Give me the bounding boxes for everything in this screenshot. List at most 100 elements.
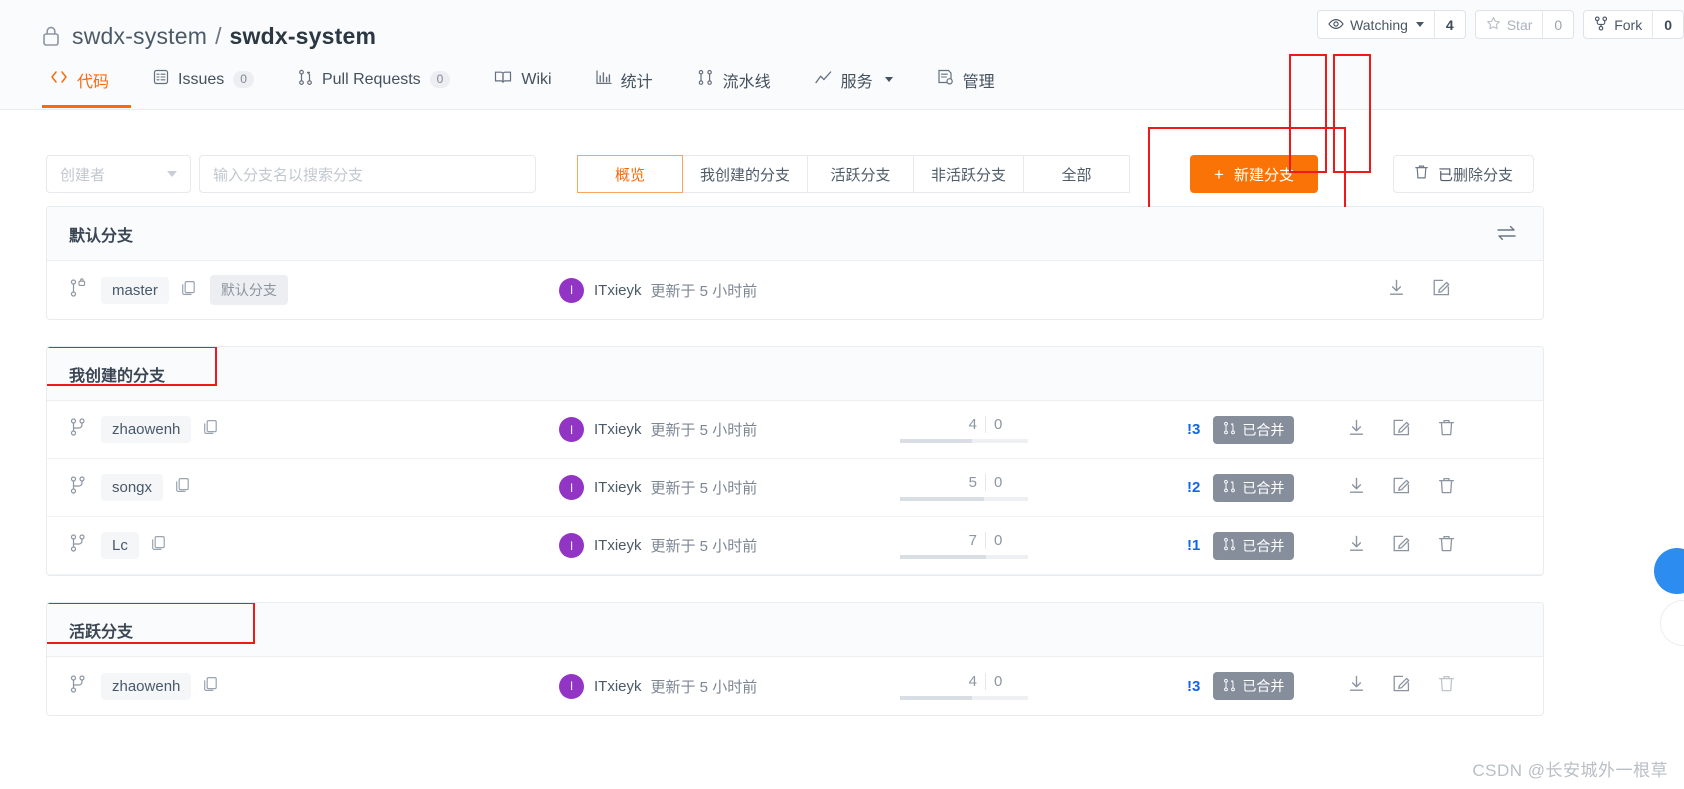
new-branch-button[interactable]: + 新建分支 bbox=[1190, 155, 1318, 193]
repo-name-link[interactable]: swdx-system bbox=[230, 23, 377, 50]
avatar: I bbox=[559, 417, 584, 442]
ahead-count: 0 bbox=[994, 474, 1003, 491]
update-time: 更新于 5 小时前 bbox=[650, 480, 758, 497]
nav-item-manage[interactable]: 管理 bbox=[915, 54, 1017, 108]
nav-item-statistics[interactable]: 统计 bbox=[574, 54, 675, 108]
nav-item-pull-requests[interactable]: Pull Requests 0 bbox=[276, 54, 472, 108]
repo-header: swdx-system / swdx-system Watching 4 Sta… bbox=[0, 0, 1684, 110]
creator-select[interactable]: 创建者 bbox=[46, 155, 191, 193]
delete-icon[interactable] bbox=[1437, 418, 1456, 442]
pr-count[interactable]: !3 bbox=[1187, 678, 1200, 695]
branches-toolbar: 创建者 输入分支名以搜索分支 概览 我创建的分支 活跃分支 非活跃分支 全部 +… bbox=[0, 110, 1684, 221]
author-name[interactable]: ITxieyk bbox=[594, 421, 642, 438]
nav-item-pipeline[interactable]: 流水线 bbox=[675, 54, 793, 108]
service-icon bbox=[814, 70, 832, 90]
download-icon[interactable] bbox=[1347, 534, 1366, 558]
filter-tab-active[interactable]: 活跃分支 bbox=[808, 155, 915, 193]
copy-icon[interactable] bbox=[181, 280, 196, 301]
branch-name[interactable]: master bbox=[101, 276, 169, 304]
copy-icon[interactable] bbox=[175, 477, 190, 498]
author-cell: I ITxieyk 更新于 5 小时前 bbox=[559, 417, 757, 442]
download-icon[interactable] bbox=[1387, 278, 1406, 302]
author-cell: I ITxieyk 更新于 5 小时前 bbox=[559, 277, 758, 303]
branch-search-box[interactable]: 输入分支名以搜索分支 bbox=[199, 155, 536, 193]
book-icon bbox=[494, 70, 512, 90]
branch-icon bbox=[69, 417, 87, 442]
nav-item-service[interactable]: 服务 bbox=[793, 54, 915, 108]
fork-label: Fork bbox=[1614, 16, 1643, 33]
fork-button-group[interactable]: Fork 0 bbox=[1583, 10, 1684, 39]
pr-count[interactable]: !3 bbox=[1187, 421, 1200, 438]
author-name[interactable]: ITxieyk bbox=[594, 537, 642, 554]
nav-item-issues[interactable]: Issues 0 bbox=[131, 54, 276, 108]
edit-icon[interactable] bbox=[1432, 278, 1451, 302]
pr-count[interactable]: !1 bbox=[1187, 537, 1200, 554]
nav-item-wiki[interactable]: Wiki bbox=[472, 54, 573, 108]
branch-name[interactable]: Lc bbox=[101, 532, 139, 559]
filter-tab-my-branches[interactable]: 我创建的分支 bbox=[683, 155, 809, 193]
status-badge: 已合并 bbox=[1213, 672, 1295, 700]
star-button-group[interactable]: Star 0 bbox=[1474, 10, 1575, 39]
fork-button[interactable]: Fork bbox=[1584, 11, 1652, 38]
star-label: Star bbox=[1506, 16, 1533, 33]
repo-owner-link[interactable]: swdx-system bbox=[72, 23, 207, 50]
deleted-branches-label: 已删除分支 bbox=[1437, 166, 1513, 184]
filter-tab-inactive[interactable]: 非活跃分支 bbox=[914, 155, 1025, 193]
avatar: I bbox=[559, 673, 584, 699]
watch-button-group[interactable]: Watching 4 bbox=[1317, 10, 1466, 39]
repo-nav: 代码 Issues 0 Pull Requests 0 Wiki 统计 流水线 … bbox=[0, 54, 1684, 108]
copy-icon[interactable] bbox=[203, 419, 218, 440]
pr-status-cell: !3 已合并 bbox=[1187, 672, 1295, 700]
pr-count[interactable]: !2 bbox=[1187, 479, 1200, 496]
branches-page: 创建者 输入分支名以搜索分支 概览 我创建的分支 活跃分支 非活跃分支 全部 +… bbox=[0, 54, 1684, 716]
issue-icon bbox=[153, 69, 169, 90]
deleted-branches-button[interactable]: 已删除分支 bbox=[1392, 155, 1534, 193]
branch-name[interactable]: zhaowenh bbox=[101, 672, 192, 700]
download-icon[interactable] bbox=[1347, 476, 1366, 500]
trash-icon bbox=[1414, 164, 1429, 184]
branch-name[interactable]: zhaowenh bbox=[101, 416, 192, 443]
status-badge: 已合并 bbox=[1213, 531, 1295, 560]
nav-item-code[interactable]: 代码 bbox=[42, 54, 132, 108]
behind-count: 5 bbox=[900, 474, 986, 491]
edit-icon[interactable] bbox=[1392, 674, 1411, 698]
swap-icon[interactable] bbox=[1496, 224, 1517, 247]
filter-tab-overview[interactable]: 概览 bbox=[577, 155, 683, 193]
ahead-behind-cell: 4 0 bbox=[900, 416, 1040, 443]
table-row[interactable]: zhaowenh I ITxieyk 更新于 5 小时前 4 0 !3 已合并 bbox=[47, 657, 1543, 715]
section-my-branches: 我创建的分支 zhaowenh I ITxieyk 更新于 5 小时前 4 0 … bbox=[46, 54, 1544, 576]
filter-tab-all[interactable]: 全部 bbox=[1024, 155, 1131, 193]
branch-name[interactable]: songx bbox=[101, 474, 164, 501]
delete-icon[interactable] bbox=[1437, 476, 1456, 500]
edit-icon[interactable] bbox=[1392, 476, 1411, 500]
edit-icon[interactable] bbox=[1392, 418, 1411, 442]
star-button[interactable]: Star bbox=[1476, 11, 1543, 38]
pr-status-cell: !1 已合并 bbox=[1187, 531, 1295, 560]
author-name[interactable]: ITxieyk bbox=[594, 678, 642, 695]
star-icon bbox=[1486, 16, 1501, 34]
watch-label: Watching bbox=[1350, 16, 1408, 33]
nav-label-pull-requests: Pull Requests bbox=[321, 70, 421, 88]
nav-label-code: 代码 bbox=[77, 73, 110, 91]
copy-icon[interactable] bbox=[203, 676, 218, 697]
repo-action-buttons: Watching 4 Star 0 Fork 0 bbox=[1317, 10, 1684, 39]
delete-icon[interactable] bbox=[1437, 534, 1456, 558]
author-name[interactable]: ITxieyk bbox=[594, 479, 642, 496]
copy-icon[interactable] bbox=[151, 535, 166, 556]
author-cell: I ITxieyk 更新于 5 小时前 bbox=[559, 475, 757, 500]
download-icon[interactable] bbox=[1347, 418, 1366, 442]
table-row[interactable]: master 默认分支 I ITxieyk 更新于 5 小时前 bbox=[47, 261, 1543, 319]
table-row[interactable]: zhaowenh I ITxieyk 更新于 5 小时前 4 0 !3 已合并 bbox=[47, 401, 1543, 459]
ahead-behind-bar bbox=[900, 555, 1028, 559]
delete-icon[interactable] bbox=[1437, 674, 1456, 698]
update-time: 更新于 5 小时前 bbox=[650, 282, 758, 300]
author-name[interactable]: ITxieyk bbox=[594, 282, 642, 299]
table-row[interactable]: Lc I ITxieyk 更新于 5 小时前 7 0 !1 已合并 bbox=[47, 517, 1543, 575]
status-badge-label: 已合并 bbox=[1242, 537, 1285, 554]
branch-lock-icon bbox=[69, 277, 87, 303]
download-icon[interactable] bbox=[1347, 674, 1366, 698]
edit-icon[interactable] bbox=[1392, 534, 1411, 558]
pr-merge-icon bbox=[1223, 479, 1236, 496]
table-row[interactable]: songx I ITxieyk 更新于 5 小时前 5 0 !2 已合并 bbox=[47, 459, 1543, 517]
watch-button[interactable]: Watching bbox=[1318, 11, 1434, 38]
